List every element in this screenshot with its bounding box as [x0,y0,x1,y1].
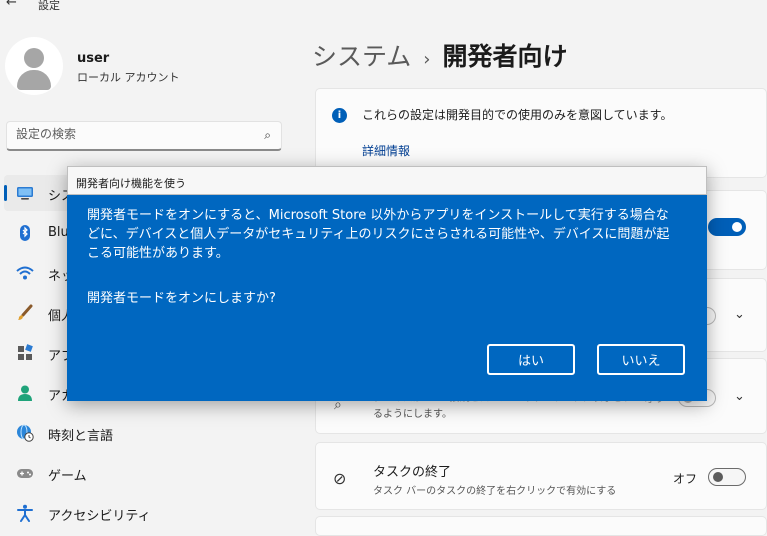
info-card: i これらの設定は開発目的での使用のみを意図しています。 詳細情報 [315,88,767,178]
person-icon [16,384,34,402]
info-icon: i [332,108,347,123]
breadcrumb-separator: › [423,49,431,70]
sidebar-item-time-language[interactable]: 時刻と言語 [4,415,280,451]
end-task-card[interactable]: ⊘ タスクの終了 タスク バーのタスクの終了を右クリックで有効にする オフ [315,442,767,510]
back-arrow-icon[interactable]: ← [6,0,17,10]
monitor-icon [16,184,34,202]
sidebar-item-label: アクセシビリティ [48,509,151,524]
no-button[interactable]: いいえ [597,344,685,375]
settings-search-box[interactable]: ⌕ [6,121,282,151]
breadcrumb: システム › 開発者向け [312,37,567,73]
toggle-knob [713,472,723,482]
dialog-title: 開発者向け機能を使う [76,177,186,190]
end-task-toggle[interactable] [708,468,746,486]
globe-clock-icon [16,424,34,442]
developer-mode-toggle[interactable] [708,218,746,236]
sidebar-item-label: 時刻と言語 [48,429,114,444]
chevron-down-icon[interactable]: ⌄ [734,389,745,404]
yes-button[interactable]: はい [487,344,575,375]
sidebar-item-label: ゲーム [48,469,87,484]
avatar[interactable] [5,37,63,95]
search-input[interactable] [16,127,251,141]
avatar-head [24,48,44,68]
end-task-title: タスクの終了 [373,465,452,480]
avatar-body [17,70,51,90]
gamepad-icon [16,464,34,482]
breadcrumb-parent[interactable]: システム [312,42,411,71]
page-title: 開発者向け [442,42,568,71]
sidebar-item-accessibility[interactable]: アクセシビリティ [4,495,280,531]
end-task-description: タスク バーのタスクの終了を右クリックで有効にする [373,486,617,497]
dialog-question: 開発者モードをオンにしますか? [87,291,276,306]
search-icon[interactable]: ⌕ [264,128,271,143]
next-card [315,516,767,536]
chevron-down-icon[interactable]: ⌄ [734,307,745,322]
more-info-link[interactable]: 詳細情報 [362,142,410,159]
dialog-title-bar[interactable]: 開発者向け機能を使う [67,166,707,195]
account-type: ローカル アカウント [77,71,180,84]
discovery-description-2: るようにします。 [373,409,452,420]
developer-features-dialog: 開発者向け機能を使う 開発者モードをオンにすると、Microsoft Store… [67,166,707,401]
title-bar: ← 設定 [0,0,767,14]
dialog-message: 開発者モードをオンにすると、Microsoft Store 以外からアプリをイン… [87,208,670,261]
apps-icon [16,344,34,362]
info-text: これらの設定は開発目的での使用のみを意図しています。 [362,108,673,122]
end-task-icon: ⊘ [333,469,347,488]
end-task-state: オフ [673,472,698,486]
toggle-knob [732,222,742,232]
wifi-icon [16,264,34,282]
bluetooth-icon [16,224,34,242]
accessibility-icon [16,504,34,522]
app-title: 設定 [38,0,60,12]
sidebar-item-gaming[interactable]: ゲーム [4,455,280,491]
user-name: user [77,51,110,66]
brush-icon [16,304,34,322]
sidebar-item-label: Blu [48,225,69,240]
active-indicator [4,185,7,201]
